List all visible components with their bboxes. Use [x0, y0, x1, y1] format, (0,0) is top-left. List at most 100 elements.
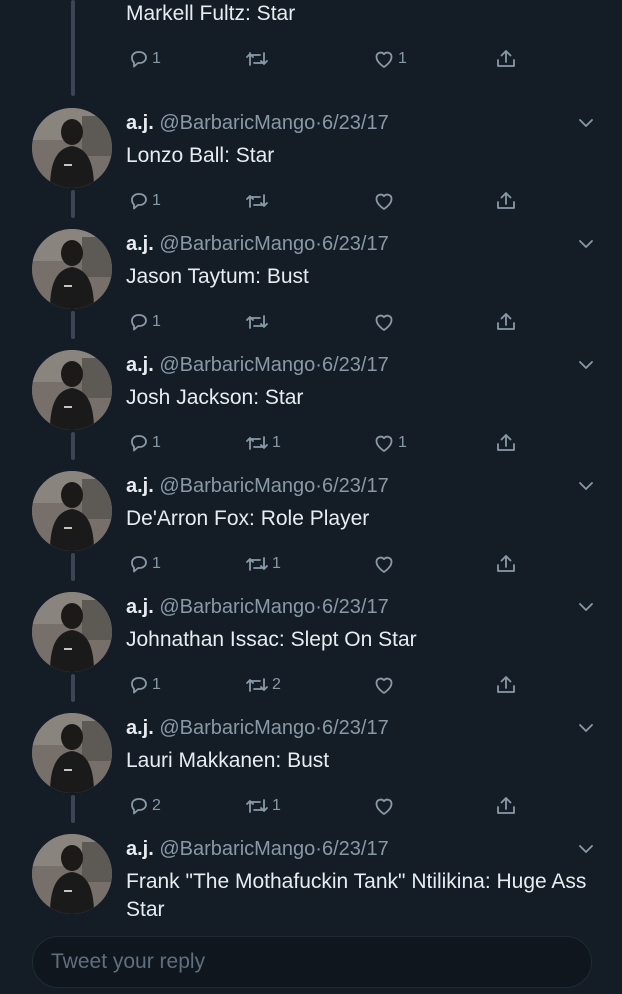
reply-button[interactable]: 1 [128, 307, 161, 337]
tweet-menu-button[interactable] [578, 842, 594, 854]
handle[interactable]: @BarbaricMango [159, 838, 315, 860]
display-name[interactable]: a.j. [126, 596, 154, 618]
reply-icon [128, 795, 150, 817]
display-name[interactable]: a.j. [126, 233, 154, 255]
display-name[interactable]: a.j. [126, 354, 154, 376]
share-icon [494, 794, 518, 818]
tweet-actions: 1 1 [0, 549, 622, 579]
tweet-text: Lauri Makkanen: Bust [126, 749, 330, 772]
handle[interactable]: @BarbaricMango [159, 717, 315, 739]
share-icon [494, 431, 518, 455]
retweet-icon [244, 190, 270, 212]
share-icon [494, 673, 518, 697]
tweet-item[interactable]: a.j. @BarbaricMango·6/23/17 Jason Taytum… [0, 229, 622, 350]
like-button[interactable] [372, 670, 398, 700]
retweet-button[interactable]: 1 [244, 791, 281, 821]
display-name[interactable]: a.j. [126, 112, 154, 134]
tweet-item[interactable]: a.j. @BarbaricMango·6/23/17 Johnathan Is… [0, 592, 622, 713]
avatar[interactable] [32, 108, 112, 188]
reply-icon [128, 432, 150, 454]
retweet-button[interactable]: 1 [244, 428, 281, 458]
tweet-menu-button[interactable] [578, 358, 594, 370]
reply-button[interactable]: 2 [128, 791, 161, 821]
handle[interactable]: @BarbaricMango [159, 233, 315, 255]
like-button[interactable] [372, 791, 398, 821]
handle[interactable]: @BarbaricMango [159, 596, 315, 618]
reply-icon [128, 311, 150, 333]
date-separator: · [315, 596, 322, 618]
reply-icon [128, 674, 150, 696]
retweet-button[interactable]: 2 [244, 670, 281, 700]
reply-icon [128, 48, 150, 70]
tweet-menu-button[interactable] [578, 237, 594, 249]
date-separator: · [315, 354, 322, 376]
heart-icon [372, 190, 396, 212]
retweet-icon [244, 48, 270, 70]
date-separator: · [315, 475, 322, 497]
tweet-header: a.j. @BarbaricMango·6/23/17 [126, 233, 389, 256]
reply-button[interactable]: 1 [128, 44, 161, 74]
reply-button[interactable]: 1 [128, 549, 161, 579]
avatar[interactable] [32, 592, 112, 672]
display-name[interactable]: a.j. [126, 838, 154, 860]
avatar[interactable] [32, 229, 112, 309]
reply-button[interactable]: 1 [128, 670, 161, 700]
tweet-item[interactable]: a.j. @BarbaricMango·6/23/17 De'Arron Fox… [0, 471, 622, 592]
tweet-menu-button[interactable] [578, 116, 594, 128]
tweet-date[interactable]: 6/23/17 [322, 717, 389, 739]
share-button[interactable] [494, 428, 518, 458]
retweet-button[interactable] [244, 44, 272, 74]
tweet-header: a.j. @BarbaricMango·6/23/17 [126, 475, 389, 498]
date-separator: · [315, 112, 322, 134]
tweet-menu-button[interactable] [578, 721, 594, 733]
tweet-menu-button[interactable] [578, 479, 594, 491]
handle[interactable]: @BarbaricMango [159, 112, 315, 134]
avatar[interactable] [32, 713, 112, 793]
display-name[interactable]: a.j. [126, 717, 154, 739]
avatar[interactable] [32, 834, 112, 914]
like-button[interactable] [372, 549, 398, 579]
retweet-button[interactable]: 1 [244, 549, 281, 579]
tweet-item[interactable]: Markell Fultz: Star 1 1 [0, 0, 622, 87]
tweet-header: a.j. @BarbaricMango·6/23/17 [126, 838, 389, 861]
retweet-button[interactable] [244, 307, 272, 337]
like-button[interactable] [372, 307, 398, 337]
like-button[interactable]: 1 [372, 44, 407, 74]
reply-button[interactable]: 1 [128, 428, 161, 458]
tweet-text: Lonzo Ball: Star [126, 144, 275, 167]
tweet-date[interactable]: 6/23/17 [322, 838, 389, 860]
heart-icon [372, 48, 396, 70]
like-button[interactable] [372, 186, 398, 216]
tweet-date[interactable]: 6/23/17 [322, 354, 389, 376]
handle[interactable]: @BarbaricMango [159, 354, 315, 376]
tweet-header: a.j. @BarbaricMango·6/23/17 [126, 717, 389, 740]
share-button[interactable] [494, 44, 518, 74]
reply-count: 2 [152, 797, 161, 814]
share-button[interactable] [494, 186, 518, 216]
tweet-menu-button[interactable] [578, 600, 594, 612]
like-button[interactable]: 1 [372, 428, 407, 458]
share-button[interactable] [494, 549, 518, 579]
tweet-item[interactable]: a.j. @BarbaricMango·6/23/17 Lauri Makkan… [0, 713, 622, 834]
reply-input[interactable] [32, 936, 592, 988]
share-button[interactable] [494, 307, 518, 337]
retweet-button[interactable] [244, 186, 272, 216]
handle[interactable]: @BarbaricMango [159, 475, 315, 497]
share-button[interactable] [494, 791, 518, 821]
share-button[interactable] [494, 670, 518, 700]
tweet-actions: 1 1 [0, 44, 622, 74]
heart-icon [372, 674, 396, 696]
display-name[interactable]: a.j. [126, 475, 154, 497]
tweet-date[interactable]: 6/23/17 [322, 475, 389, 497]
tweet-date[interactable]: 6/23/17 [322, 112, 389, 134]
date-separator: · [315, 717, 322, 739]
like-count: 1 [398, 50, 407, 67]
avatar[interactable] [32, 471, 112, 551]
tweet-date[interactable]: 6/23/17 [322, 233, 389, 255]
retweet-icon [244, 311, 270, 333]
tweet-item[interactable]: a.j. @BarbaricMango·6/23/17 Josh Jackson… [0, 350, 622, 471]
tweet-item[interactable]: a.j. @BarbaricMango·6/23/17 Lonzo Ball: … [0, 108, 622, 229]
tweet-date[interactable]: 6/23/17 [322, 596, 389, 618]
reply-button[interactable]: 1 [128, 186, 161, 216]
avatar[interactable] [32, 350, 112, 430]
